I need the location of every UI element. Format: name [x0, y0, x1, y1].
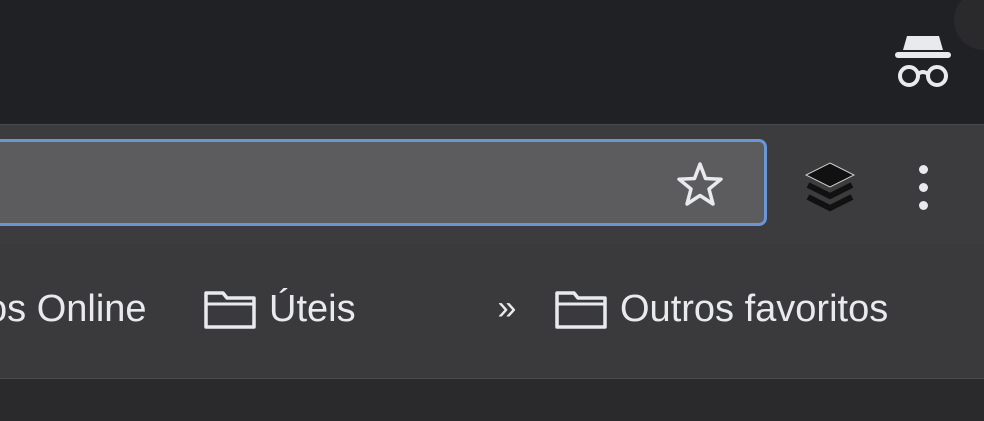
incognito-icon[interactable]: [891, 30, 955, 90]
star-outline-icon[interactable]: [675, 160, 725, 210]
bookmarks-overflow-button[interactable]: »: [490, 288, 524, 328]
folder-icon: [204, 291, 256, 329]
address-bar[interactable]: [0, 139, 767, 226]
bookmark-folder-uteis[interactable]: Úteis: [203, 284, 356, 334]
bookmark-label: Outros favoritos: [620, 287, 889, 330]
toolbar: [0, 124, 984, 245]
other-bookmarks-folder[interactable]: Outros favoritos: [554, 284, 888, 334]
browser-window: os Online Úteis » Outros favoritos: [0, 0, 984, 421]
bookmark-label: Úteis: [269, 287, 356, 330]
bookmark-label: os Online: [0, 287, 147, 330]
vertical-dots-icon[interactable]: [906, 159, 942, 215]
window-corner: [954, 0, 984, 50]
chevron-double-right-icon: »: [497, 289, 517, 327]
folder-icon: [555, 291, 607, 329]
page-content: [0, 378, 984, 421]
address-input[interactable]: [13, 156, 657, 213]
bookmark-online[interactable]: os Online: [0, 284, 147, 334]
layers-icon[interactable]: [800, 159, 860, 215]
tab-strip: [0, 0, 984, 124]
bookmarks-bar: os Online Úteis » Outros favoritos: [0, 244, 984, 378]
